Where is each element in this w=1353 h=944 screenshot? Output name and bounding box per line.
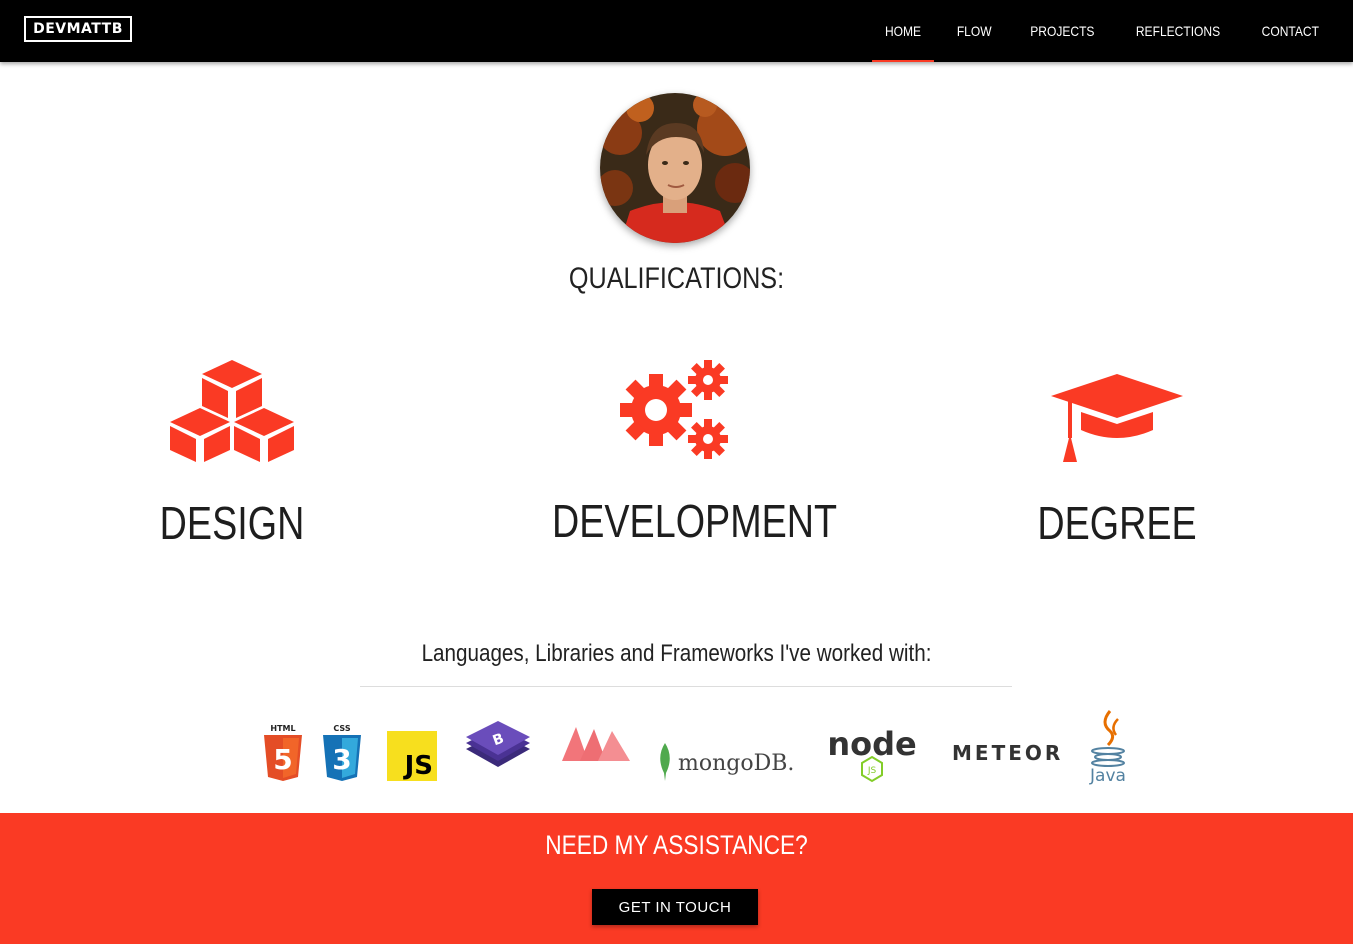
tech-heading: Languages, Libraries and Frameworks I've… xyxy=(421,640,932,667)
java-word: Java xyxy=(1089,766,1126,785)
gears-icon xyxy=(620,360,728,459)
bootstrap-icon: B xyxy=(466,721,530,767)
nodejs-sub: JS xyxy=(867,766,877,776)
tech-logos: HTML 5 CSS 3 JS B mongoDB. node JS METEO… xyxy=(0,705,1353,795)
cta-title: NEED MY ASSISTANCE? xyxy=(545,830,808,860)
css3-mark: 3 xyxy=(332,743,351,776)
css3-icon: CSS 3 xyxy=(323,724,361,781)
get-in-touch-button[interactable]: GET IN TOUCH xyxy=(592,889,758,925)
qualification-development: DEVELOPMENT xyxy=(525,360,838,548)
html5-icon: HTML 5 xyxy=(264,724,302,781)
html5-label: HTML xyxy=(270,724,295,733)
mongodb-word: mongoDB. xyxy=(678,751,795,776)
nav-flow[interactable]: FLOW xyxy=(944,0,1005,62)
qualification-design-label: DESIGN xyxy=(159,497,305,549)
nav-projects[interactable]: PROJECTS xyxy=(1017,0,1107,62)
materialize-icon xyxy=(562,727,630,761)
qualification-degree-label: DEGREE xyxy=(1037,497,1197,549)
nodejs-icon: node JS xyxy=(827,725,917,783)
qualification-development-label: DEVELOPMENT xyxy=(552,495,838,547)
meteor-icon: METEOR xyxy=(952,741,1064,771)
html5-mark: 5 xyxy=(273,743,292,776)
java-icon: Java xyxy=(1089,710,1126,785)
navbar: DEVMATTB HOME FLOW PROJECTS REFLECTIONS … xyxy=(0,0,1353,62)
mongodb-leaf-icon xyxy=(660,743,670,781)
meteor-word: METEOR xyxy=(952,741,1064,765)
nav-menu: HOME FLOW PROJECTS REFLECTIONS CONTACT xyxy=(867,0,1339,62)
nav-home[interactable]: HOME xyxy=(872,0,935,62)
cubes-icon xyxy=(170,360,294,462)
qualifications-heading: QUALIFICATIONS: xyxy=(568,262,785,295)
profile-avatar xyxy=(600,93,750,243)
nav-contact[interactable]: CONTACT xyxy=(1249,0,1332,62)
qualification-design: DESIGN xyxy=(82,360,382,550)
mongodb-icon: mongoDB. xyxy=(656,743,800,783)
brand-text: DEVMATTB xyxy=(33,21,123,37)
brand-logo[interactable]: DEVMATTB xyxy=(24,16,132,42)
javascript-icon: JS xyxy=(387,731,437,781)
section-divider xyxy=(360,686,1012,687)
graduation-cap-icon xyxy=(1051,374,1183,462)
css3-label: CSS xyxy=(333,724,350,733)
nav-reflections[interactable]: REFLECTIONS xyxy=(1123,0,1233,62)
qualification-degree: DEGREE xyxy=(967,360,1267,550)
